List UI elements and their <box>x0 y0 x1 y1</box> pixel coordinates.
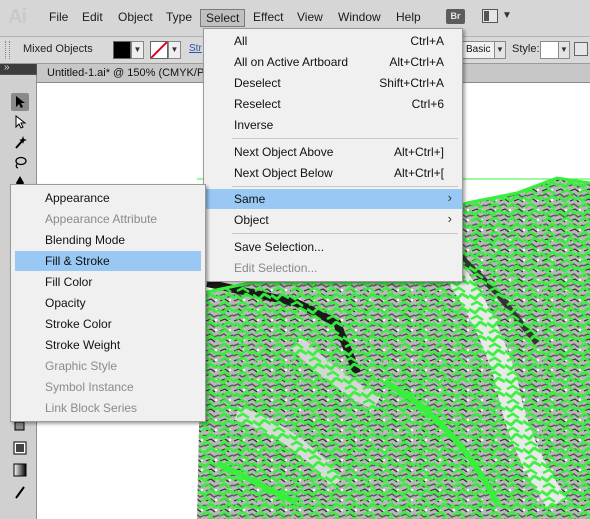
menu-object[interactable]: Object <box>118 10 153 24</box>
menu-item-all[interactable]: All Ctrl+A <box>204 31 462 51</box>
menu-window[interactable]: Window <box>338 10 381 24</box>
gradient-tool-icon[interactable] <box>11 461 29 479</box>
stroke-link[interactable]: Str <box>189 43 202 54</box>
menu-file[interactable]: File <box>49 10 68 24</box>
submenu-item-label: Fill Color <box>45 275 93 289</box>
fill-dropdown-icon[interactable]: ▼ <box>131 41 144 59</box>
bridge-button[interactable]: Br <box>446 9 465 24</box>
arrange-documents-caret-icon[interactable]: ▼ <box>502 10 512 21</box>
menu-item-label: Inverse <box>234 118 274 132</box>
submenu-item-stroke-weight[interactable]: Stroke Weight <box>15 335 201 355</box>
submenu-item-label: Stroke Color <box>45 317 112 331</box>
menu-item-label: All <box>234 34 248 48</box>
panel-menu-icon[interactable] <box>574 42 588 56</box>
submenu-item-label: Stroke Weight <box>45 338 121 352</box>
menu-item-label: Next Object Below <box>234 166 333 180</box>
menu-item-shortcut: Shift+Ctrl+A <box>379 76 444 90</box>
submenu-item-label: Appearance Attribute <box>45 212 158 226</box>
submenu-item-label: Link Block Series <box>45 401 138 415</box>
menu-item-deselect[interactable]: Deselect Shift+Ctrl+A <box>204 73 462 93</box>
submenu-item-fill-color[interactable]: Fill Color <box>15 272 201 292</box>
menu-type[interactable]: Type <box>166 10 192 24</box>
menu-item-shortcut: Alt+Ctrl+[ <box>393 166 444 180</box>
menu-item-same[interactable]: Same › <box>204 189 462 209</box>
menu-item-shortcut: Alt+Ctrl+] <box>393 145 444 159</box>
submenu-item-stroke-color[interactable]: Stroke Color <box>15 314 201 334</box>
submenu-item-appearance-attribute: Appearance Attribute <box>15 209 201 229</box>
submenu-item-graphic-style: Graphic Style <box>15 356 201 376</box>
submenu-item-link-block-series: Link Block Series <box>15 398 201 418</box>
lasso-tool-icon[interactable] <box>11 153 29 171</box>
menu-item-object[interactable]: Object › <box>204 210 462 230</box>
menu-item-reselect[interactable]: Reselect Ctrl+6 <box>204 94 462 114</box>
submenu-item-symbol-instance: Symbol Instance <box>15 377 201 397</box>
menu-help[interactable]: Help <box>396 10 421 24</box>
menu-item-edit-selection: Edit Selection... <box>204 258 462 278</box>
menu-item-all-on-active-artboard[interactable]: All on Active Artboard Alt+Ctrl+A <box>204 52 462 72</box>
magic-wand-tool-icon[interactable] <box>11 133 29 151</box>
app-logo: Ai <box>8 6 27 28</box>
submenu-item-label: Opacity <box>45 296 86 310</box>
stroke-swatch[interactable] <box>150 41 168 59</box>
submenu-item-label: Fill & Stroke <box>45 254 110 268</box>
submenu-item-opacity[interactable]: Opacity <box>15 293 201 313</box>
menu-separator <box>232 233 458 234</box>
collapse-icon[interactable]: » <box>4 62 10 73</box>
menu-item-shortcut: Alt+Ctrl+A <box>389 55 444 69</box>
selection-type-label: Mixed Objects <box>23 43 93 55</box>
menu-separator <box>232 138 458 139</box>
menu-item-inverse[interactable]: Inverse <box>204 115 462 135</box>
submenu-item-fill-and-stroke[interactable]: Fill & Stroke <box>15 251 201 271</box>
menu-effect[interactable]: Effect <box>253 10 283 24</box>
submenu-arrow-icon: › <box>447 211 452 226</box>
fill-swatch[interactable] <box>113 41 131 59</box>
submenu-item-label: Graphic Style <box>45 359 118 373</box>
menu-item-label: All on Active Artboard <box>234 55 349 69</box>
submenu-item-label: Blending Mode <box>45 233 126 247</box>
menu-item-label: Save Selection... <box>234 240 325 254</box>
document-title: Untitled-1.ai* @ 150% (CMYK/P <box>47 67 205 79</box>
menu-item-label: Reselect <box>234 97 281 111</box>
selection-tool-icon[interactable] <box>11 93 29 111</box>
select-menu-dropdown: All Ctrl+A All on Active Artboard Alt+Ct… <box>203 28 463 282</box>
submenu-item-label: Symbol Instance <box>45 380 134 394</box>
tools-panel-header[interactable]: » <box>0 62 36 74</box>
submenu-item-label: Appearance <box>45 191 110 205</box>
control-bar-grip[interactable] <box>5 41 10 59</box>
eyedropper-tool-icon[interactable] <box>11 439 29 457</box>
menu-item-label: Next Object Above <box>234 145 334 159</box>
menu-item-label: Edit Selection... <box>234 261 318 275</box>
menu-separator <box>232 186 458 187</box>
graphic-style-swatch[interactable] <box>540 41 560 59</box>
graphic-style-caret-icon[interactable]: ▼ <box>558 41 570 59</box>
direct-selection-tool-icon[interactable] <box>11 113 29 131</box>
same-submenu: Appearance Appearance Attribute Blending… <box>10 184 206 422</box>
menu-item-next-object-below[interactable]: Next Object Below Alt+Ctrl+[ <box>204 163 462 183</box>
menu-select[interactable]: Select <box>200 9 246 27</box>
submenu-arrow-icon: › <box>447 190 452 205</box>
menu-item-shortcut: Ctrl+6 <box>411 97 444 111</box>
brush-definition-select[interactable]: Basic <box>462 41 495 59</box>
mesh-tool-icon[interactable] <box>11 483 29 501</box>
style-label: Style: <box>512 43 540 55</box>
menu-item-label: Object <box>234 213 269 227</box>
brush-definition-caret-icon[interactable]: ▼ <box>494 41 506 59</box>
menu-item-shortcut: Ctrl+A <box>410 34 444 48</box>
menu-item-label: Deselect <box>234 76 281 90</box>
menu-item-label: Same <box>234 192 266 206</box>
submenu-item-appearance[interactable]: Appearance <box>15 188 201 208</box>
menu-edit[interactable]: Edit <box>82 10 103 24</box>
menu-view[interactable]: View <box>297 10 323 24</box>
submenu-item-blending-mode[interactable]: Blending Mode <box>15 230 201 250</box>
menu-item-next-object-above[interactable]: Next Object Above Alt+Ctrl+] <box>204 142 462 162</box>
stroke-dropdown-icon[interactable]: ▼ <box>168 41 181 59</box>
menu-item-save-selection[interactable]: Save Selection... <box>204 237 462 257</box>
arrange-documents-icon[interactable] <box>482 9 498 23</box>
